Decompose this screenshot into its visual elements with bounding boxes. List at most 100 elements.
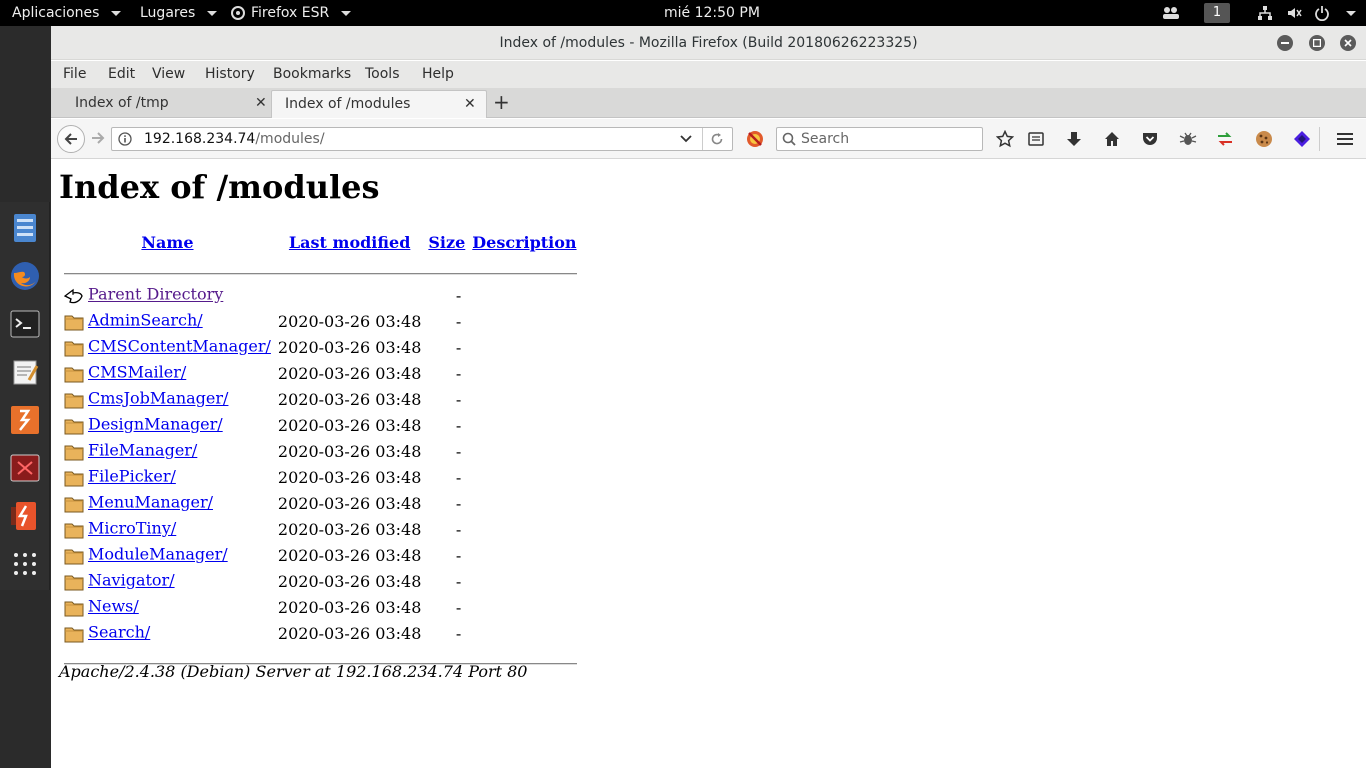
pocket-icon[interactable] [1140, 129, 1160, 149]
folder-link[interactable]: AdminSearch/ [88, 311, 203, 330]
separator-row [62, 256, 579, 282]
menu-bookmarks[interactable]: Bookmarks [273, 61, 351, 88]
menu-file[interactable]: File [63, 61, 86, 88]
window-title: Index of /modules - Mozilla Firefox (Bui… [499, 35, 918, 51]
new-tab-button[interactable]: + [493, 92, 510, 112]
description-cell [470, 334, 578, 360]
volume-muted-icon[interactable] [1285, 4, 1303, 22]
accessibility-icon[interactable] [1162, 4, 1180, 22]
description-cell [470, 438, 578, 464]
places-menu[interactable]: Lugares [140, 0, 218, 26]
modified-cell: 2020-03-26 03:48 [277, 415, 422, 435]
firefox-icon[interactable] [9, 260, 41, 292]
folder-link[interactable]: MicroTiny/ [88, 519, 176, 538]
folder-link[interactable]: CMSMailer/ [88, 363, 186, 382]
maximize-button[interactable] [1309, 35, 1325, 51]
folder-link[interactable]: Navigator/ [88, 571, 175, 590]
name-cell: CMSMailer/ [62, 360, 273, 386]
reload-icon[interactable] [710, 132, 724, 146]
applications-menu[interactable]: Aplicaciones [12, 0, 122, 26]
sort-by-modified-link[interactable]: Last modified [289, 233, 410, 252]
url-bar[interactable]: 192.168.234.74/modules/ [111, 127, 733, 151]
burpsuite-icon[interactable] [9, 404, 41, 436]
size-cell: - [455, 441, 462, 461]
clock[interactable]: mié 12:50 PM [664, 0, 760, 26]
search-bar[interactable] [776, 127, 983, 151]
close-window-button[interactable] [1340, 35, 1356, 51]
top-separator [64, 273, 577, 275]
folder-link[interactable]: ModuleManager/ [88, 545, 228, 564]
parent-directory-link[interactable]: Parent Directory [88, 285, 223, 304]
folder-link[interactable]: DesignManager/ [88, 415, 223, 434]
file-manager-icon[interactable] [9, 212, 41, 244]
home-icon[interactable] [1102, 129, 1122, 149]
show-applications-icon[interactable] [9, 548, 41, 580]
folder-link[interactable]: CmsJobManager/ [88, 389, 228, 408]
armitage-icon[interactable] [9, 452, 41, 484]
folder-icon [64, 497, 84, 513]
back-button[interactable] [57, 125, 85, 153]
wappalyzer-icon[interactable] [1292, 129, 1312, 149]
info-icon[interactable] [118, 132, 132, 146]
zap-icon[interactable] [9, 500, 41, 532]
window-titlebar[interactable]: Index of /modules - Mozilla Firefox (Bui… [51, 26, 1366, 60]
hamburger-menu-icon[interactable] [1335, 129, 1355, 149]
modified-cell: 2020-03-26 03:48 [277, 519, 422, 539]
menu-history[interactable]: History [205, 61, 255, 88]
extension-bug-icon[interactable] [1178, 129, 1198, 149]
modified-cell: 2020-03-26 03:48 [277, 363, 422, 383]
sort-by-size-link[interactable]: Size [428, 233, 465, 252]
table-row: MicroTiny/2020-03-26 03:48 - [62, 516, 579, 542]
firefox-small-icon [231, 6, 245, 20]
menu-view[interactable]: View [152, 61, 185, 88]
folder-link[interactable]: MenuManager/ [88, 493, 213, 512]
size-cell: - [455, 597, 462, 617]
size-cell: - [455, 363, 462, 383]
menu-help[interactable]: Help [422, 61, 454, 88]
tab-modules[interactable]: Index of /modules ✕ [271, 90, 487, 118]
folder-icon [64, 419, 84, 435]
size-cell: - [455, 519, 462, 539]
url-divider [702, 128, 703, 150]
network-icon[interactable] [1256, 4, 1274, 22]
url-text[interactable]: 192.168.234.74/modules/ [144, 128, 325, 150]
power-icon[interactable] [1313, 4, 1331, 22]
reading-list-icon[interactable] [1026, 129, 1046, 149]
workspace-indicator[interactable]: 1 [1204, 3, 1230, 23]
chevron-down-icon[interactable] [1346, 11, 1356, 16]
firefox-window: Index of /modules - Mozilla Firefox (Bui… [51, 26, 1366, 768]
proxy-switch-icon[interactable] [1215, 129, 1235, 149]
folder-link[interactable]: News/ [88, 597, 139, 616]
bookmark-star-icon[interactable] [995, 129, 1015, 149]
name-cell: Navigator/ [62, 568, 273, 594]
terminal-icon[interactable] [9, 308, 41, 340]
description-cell [470, 542, 578, 568]
tab-tmp[interactable]: Index of /tmp ✕ [53, 90, 271, 118]
menu-edit[interactable]: Edit [108, 61, 135, 88]
chevron-down-icon [341, 10, 352, 16]
sort-by-description-link[interactable]: Description [472, 233, 576, 252]
folder-icon [64, 315, 84, 331]
size-cell: - [455, 389, 462, 409]
close-tab-icon[interactable]: ✕ [464, 91, 476, 117]
folder-link[interactable]: Search/ [88, 623, 150, 642]
forward-button[interactable] [89, 129, 107, 147]
minimize-button[interactable] [1277, 35, 1293, 51]
app-menu[interactable]: Firefox ESR [231, 0, 352, 26]
folder-link[interactable]: CMSContentManager/ [88, 337, 271, 356]
search-input[interactable] [801, 129, 979, 149]
size-cell: - [455, 467, 462, 487]
sort-by-name-link[interactable]: Name [141, 233, 193, 252]
name-cell: ModuleManager/ [62, 542, 273, 568]
noscript-icon[interactable] [745, 129, 765, 149]
menu-tools[interactable]: Tools [365, 61, 400, 88]
cookie-editor-icon[interactable] [1254, 129, 1274, 149]
downloads-icon[interactable] [1064, 129, 1084, 149]
close-tab-icon[interactable]: ✕ [255, 90, 267, 116]
folder-link[interactable]: FileManager/ [88, 441, 197, 460]
chevron-down-icon[interactable] [680, 134, 692, 144]
folder-link[interactable]: FilePicker/ [88, 467, 176, 486]
text-editor-icon[interactable] [9, 356, 41, 388]
places-label: Lugares [140, 5, 196, 21]
close-icon [1344, 39, 1352, 47]
